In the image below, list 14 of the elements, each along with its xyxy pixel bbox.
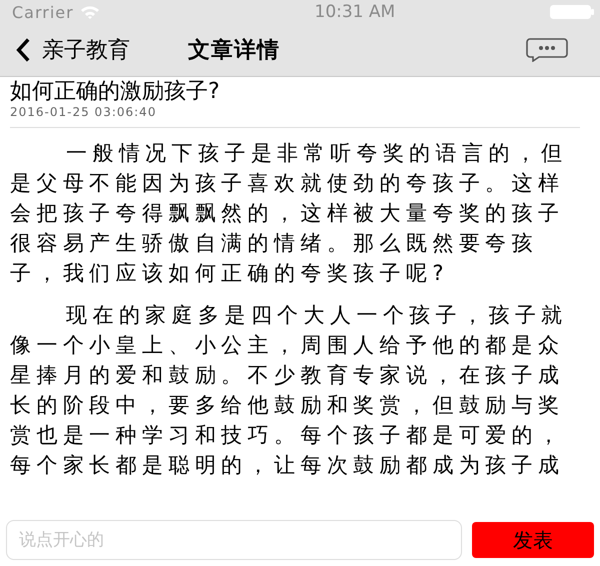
wifi-icon: [80, 5, 100, 19]
article-title: 如何正确的激励孩子?: [10, 79, 221, 105]
page-title: 文章详情: [188, 37, 280, 65]
comment-icon[interactable]: [526, 38, 568, 62]
article-paragraph: 一般情况下孩子是非常听夸奖的语言的，但是父母不能因为孩子喜欢就使劲的夸孩子。这样会把孩子夸得飘飘然的，这样被大量夸奖的孩子很容易产生骄傲自满的情绪。那么既然要夸孩子，我们应该如何正确的夸奖孩子呢?: [10, 140, 569, 287]
carrier-name: Carrier: [12, 2, 74, 22]
article-date: 2016-01-25 03:06:40: [10, 105, 158, 119]
comment-field[interactable]: 说点开心的: [6, 520, 462, 560]
status-time: 10:31 AM: [314, 2, 396, 22]
back-button[interactable]: 亲子教育: [14, 35, 130, 65]
submit-button[interactable]: 发表: [472, 522, 594, 558]
chevron-icon: [14, 37, 32, 63]
article-paragraph: 现在的家庭多是四个大人一个孩子，孩子就像一个小皇上、小公主，周围人给予他的都是众星捧月的爱和鼓励。不少教育专家说，在孩子成长的阶段中，要多给他鼓励和奖赏，但鼓励与奖赏也是一种学习和技巧。每个孩子都是可爱的，每个家长都是聪明的，让每次鼓励都成为孩子成: [10, 302, 569, 479]
battery-icon: [550, 5, 594, 19]
